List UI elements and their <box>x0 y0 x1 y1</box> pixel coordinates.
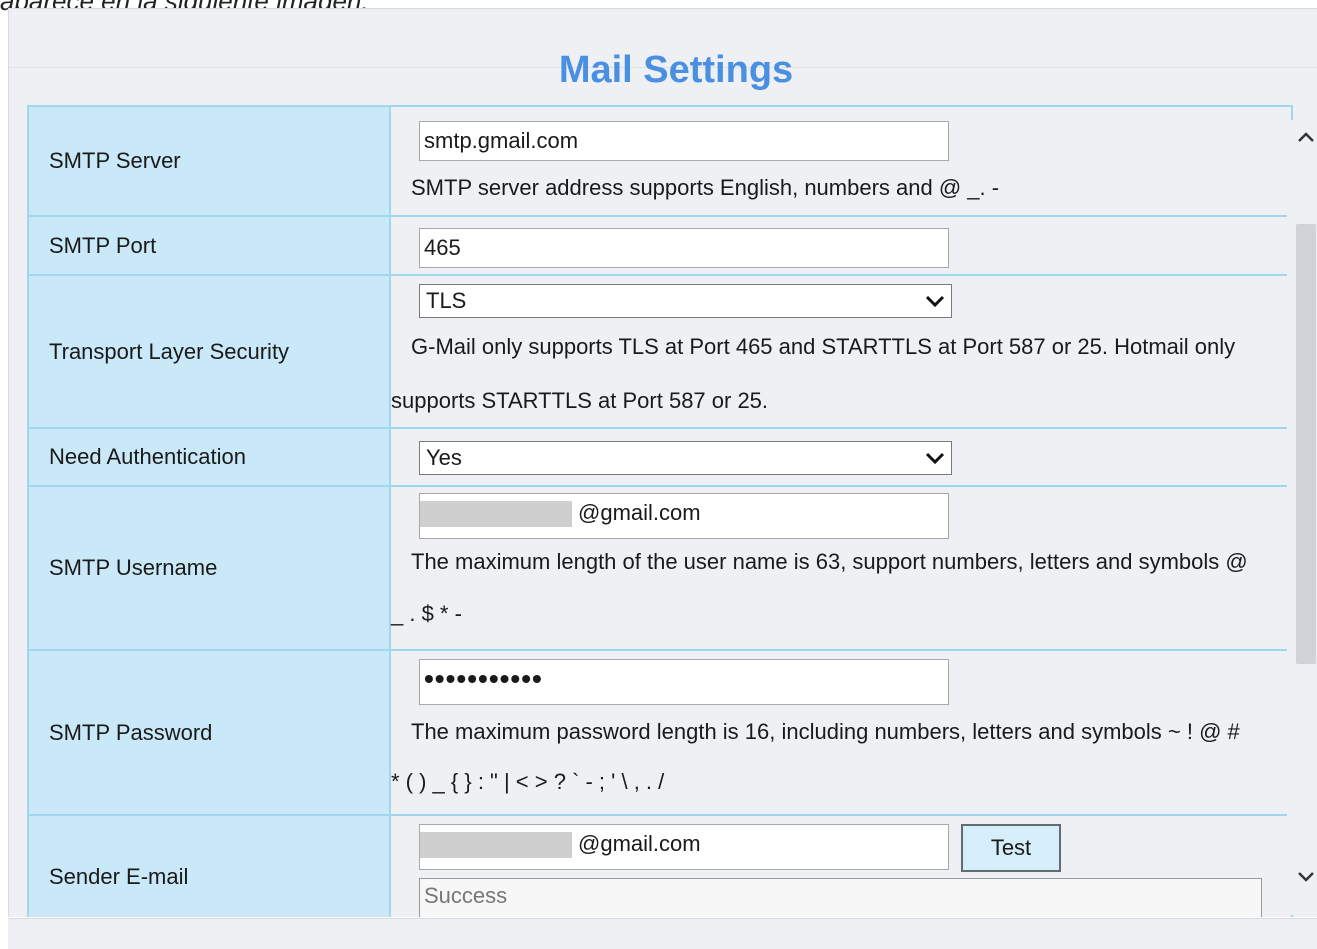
smtp-server-cell: smtp.gmail.com SMTP server address suppo… <box>389 105 1293 217</box>
smtp-username-value: @gmail.com <box>578 500 701 525</box>
sender-email-value: @gmail.com <box>578 831 701 856</box>
scroll-up-icon[interactable] <box>1296 128 1316 146</box>
redacted-text <box>420 501 572 528</box>
need-auth-label: Need Authentication <box>27 427 391 487</box>
need-auth-select[interactable]: Yes <box>419 441 952 475</box>
smtp-server-input[interactable]: smtp.gmail.com <box>419 121 949 161</box>
smtp-username-hint-line2: _ . $ * - <box>391 601 462 626</box>
page-title: Mail Settings <box>558 49 794 91</box>
tls-cell: TLS G-Mail only supports TLS at Port 465… <box>389 274 1293 429</box>
smtp-port-input[interactable]: 465 <box>419 227 949 268</box>
redacted-text <box>420 832 572 859</box>
smtp-password-input[interactable]: ••••••••••• <box>419 659 949 705</box>
settings-panel: Mail Settings SMTP Server smtp.gmail.com… <box>8 8 1317 917</box>
sender-email-label: Sender E-mail <box>27 814 391 917</box>
chevron-down-icon <box>925 452 945 465</box>
smtp-port-cell: 465 <box>389 215 1293 276</box>
tls-label: Transport Layer Security <box>27 274 391 429</box>
smtp-password-hint-line1: The maximum password length is 16, inclu… <box>411 719 1240 744</box>
tls-select[interactable]: TLS <box>419 284 952 318</box>
smtp-password-label: SMTP Password <box>27 649 391 816</box>
row-smtp-password: SMTP Password ••••••••••• The maximum pa… <box>27 649 1293 816</box>
row-tls: Transport Layer Security TLS G-Mail only… <box>27 274 1293 429</box>
smtp-password-cell: ••••••••••• The maximum password length … <box>389 649 1293 816</box>
scroll-down-icon[interactable] <box>1296 868 1316 886</box>
row-sender-email: Sender E-mail @gmail.com Test Success <box>27 814 1293 917</box>
smtp-username-input[interactable]: @gmail.com <box>419 493 949 539</box>
test-result-box: Success <box>419 878 1262 917</box>
smtp-username-hint-line1: The maximum length of the user name is 6… <box>411 549 1248 574</box>
row-smtp-username: SMTP Username @gmail.com The maximum len… <box>27 485 1293 651</box>
row-smtp-server: SMTP Server smtp.gmail.com SMTP server a… <box>27 105 1293 217</box>
row-need-auth: Need Authentication Yes <box>27 427 1293 487</box>
tls-selected-value: TLS <box>426 288 467 313</box>
sender-email-cell: @gmail.com Test Success <box>389 814 1293 917</box>
sender-email-input[interactable]: @gmail.com <box>419 824 949 870</box>
smtp-password-hint-line2: * ( ) _ { } : " | < > ? ` - ; ' \ , . / <box>391 769 665 794</box>
test-button[interactable]: Test <box>961 824 1061 872</box>
tls-hint-line2: supports STARTTLS at Port 587 or 25. <box>391 388 769 413</box>
bottom-bar <box>8 918 1317 949</box>
tls-hint-line1: G-Mail only supports TLS at Port 465 and… <box>411 334 1236 359</box>
smtp-server-hint: SMTP server address supports English, nu… <box>411 175 1000 200</box>
scrollbar-thumb[interactable] <box>1296 224 1316 664</box>
chevron-down-icon <box>925 295 945 308</box>
row-smtp-port: SMTP Port 465 <box>27 215 1293 276</box>
need-auth-cell: Yes <box>389 427 1293 487</box>
mail-settings-table: SMTP Server smtp.gmail.com SMTP server a… <box>27 105 1293 917</box>
smtp-username-cell: @gmail.com The maximum length of the use… <box>389 485 1293 651</box>
smtp-username-label: SMTP Username <box>27 485 391 651</box>
need-auth-selected-value: Yes <box>426 445 462 470</box>
smtp-port-label: SMTP Port <box>27 215 391 276</box>
smtp-server-label: SMTP Server <box>27 105 391 217</box>
